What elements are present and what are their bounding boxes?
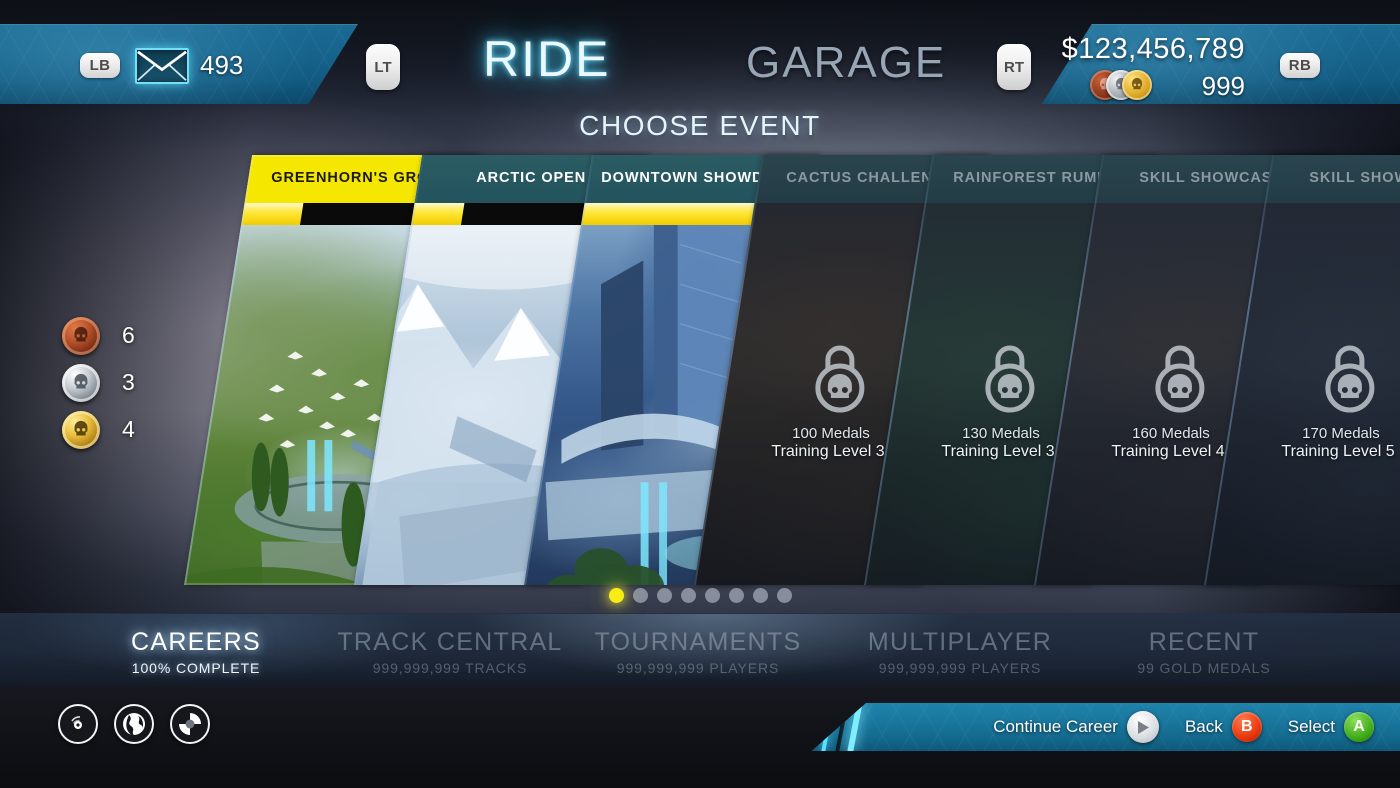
status-icon-group	[58, 704, 210, 744]
gold-medal-icon	[1122, 70, 1152, 100]
pagination-dot-4[interactable]	[680, 588, 696, 603]
currency-amount: $123,456,789	[1061, 33, 1245, 65]
pagination-dot-8[interactable]	[776, 588, 792, 603]
lock-skull-icon	[1325, 345, 1375, 413]
game-menu-screen: LB RB LT RT 493 $123,456,789 999 RIDE GA…	[0, 0, 1400, 788]
nav-label: TRACK CENTRAL	[337, 628, 563, 656]
prompt-select[interactable]: Select A	[1288, 712, 1374, 742]
prompt-back[interactable]: Back B	[1185, 712, 1262, 742]
rt-trigger-button[interactable]: RT	[997, 44, 1031, 90]
nav-sublabel: 100% COMPLETE	[131, 660, 261, 676]
nav-item-tournaments[interactable]: TOURNAMENTS 999,999,999 PLAYERS	[578, 628, 818, 676]
prompt-label: Continue Career	[993, 717, 1118, 736]
nav-sublabel: 99 GOLD MEDALS	[1137, 660, 1271, 676]
tab-garage[interactable]: GARAGE	[746, 38, 946, 88]
envelope-icon[interactable]	[135, 48, 189, 84]
b-button-icon[interactable]: B	[1231, 712, 1262, 742]
pagination-dot-2[interactable]	[632, 588, 648, 603]
card-title-text: SKILL SHOWCASE	[1309, 170, 1400, 187]
pagination-dot-5[interactable]	[704, 588, 720, 603]
medal-stack-icon	[1090, 70, 1162, 100]
rb-bumper-button[interactable]: RB	[1280, 53, 1320, 78]
nav-item-multiplayer[interactable]: MULTIPLAYER 999,999,999 PLAYERS	[840, 628, 1080, 676]
card-lock-group: 170 Medals Training Level 5	[1224, 340, 1400, 461]
prompt-label: Select	[1287, 717, 1335, 736]
a-button-icon[interactable]: A	[1344, 712, 1374, 742]
carousel-pagination[interactable]	[0, 588, 1400, 603]
lb-bumper-button[interactable]: LB	[80, 53, 120, 78]
nav-label: RECENT	[1148, 628, 1260, 656]
card-title-text: ARCTIC OPEN	[476, 170, 587, 187]
pagination-dot-3[interactable]	[656, 588, 672, 603]
play-icon[interactable]	[1126, 711, 1159, 743]
pagination-dot-7[interactable]	[752, 588, 768, 603]
lock-requirement: 170 Medals	[1302, 425, 1380, 442]
nav-label: MULTIPLAYER	[867, 628, 1053, 656]
nav-label: TOURNAMENTS	[594, 628, 802, 656]
pagination-dot-6[interactable]	[728, 588, 744, 603]
prompt-label: Back	[1184, 717, 1223, 736]
card-title: SKILL SHOWCASE	[1264, 155, 1400, 203]
page-title: CHOOSE EVENT	[579, 110, 821, 141]
nav-sublabel: 999,999,999 TRACKS	[372, 660, 528, 676]
globe-icon[interactable]	[114, 704, 154, 744]
bottom-navigation-bar: CAREERS 100% COMPLETE TRACK CENTRAL 999,…	[0, 613, 1400, 686]
nav-item-recent[interactable]: RECENT 99 GOLD MEDALS	[1084, 628, 1324, 676]
nav-item-track-central[interactable]: TRACK CENTRAL 999,999,999 TRACKS	[330, 628, 570, 676]
card-title-text: SKILL SHOWCASE	[1139, 170, 1284, 187]
event-card-carousel[interactable]: GREENHORN'S GROVE ARCTIC OPEN DOWNTOWN S…	[0, 155, 1400, 585]
lock-skull-icon	[1155, 345, 1205, 413]
prompt-continue-career[interactable]: Continue Career	[993, 711, 1159, 743]
nav-sublabel: 999,999,999 PLAYERS	[616, 660, 780, 676]
tab-ride[interactable]: RIDE	[483, 30, 610, 88]
medal-total-count: 999	[1201, 71, 1245, 101]
lock-level: Training Level 5	[1281, 443, 1395, 460]
lock-skull-icon	[985, 345, 1035, 413]
sync-icon[interactable]	[170, 704, 210, 744]
mail-count: 493	[200, 50, 244, 80]
nav-sublabel: 999,999,999 PLAYERS	[878, 660, 1042, 676]
lock-skull-icon	[815, 345, 865, 413]
nav-label: CAREERS	[131, 628, 261, 656]
button-prompt-group: Continue Career Back B Select A	[993, 703, 1374, 751]
pagination-dot-1[interactable]	[608, 588, 624, 603]
nav-item-careers[interactable]: CAREERS 100% COMPLETE	[76, 628, 316, 676]
signal-icon[interactable]	[58, 704, 98, 744]
lt-trigger-button[interactable]: LT	[366, 44, 400, 90]
